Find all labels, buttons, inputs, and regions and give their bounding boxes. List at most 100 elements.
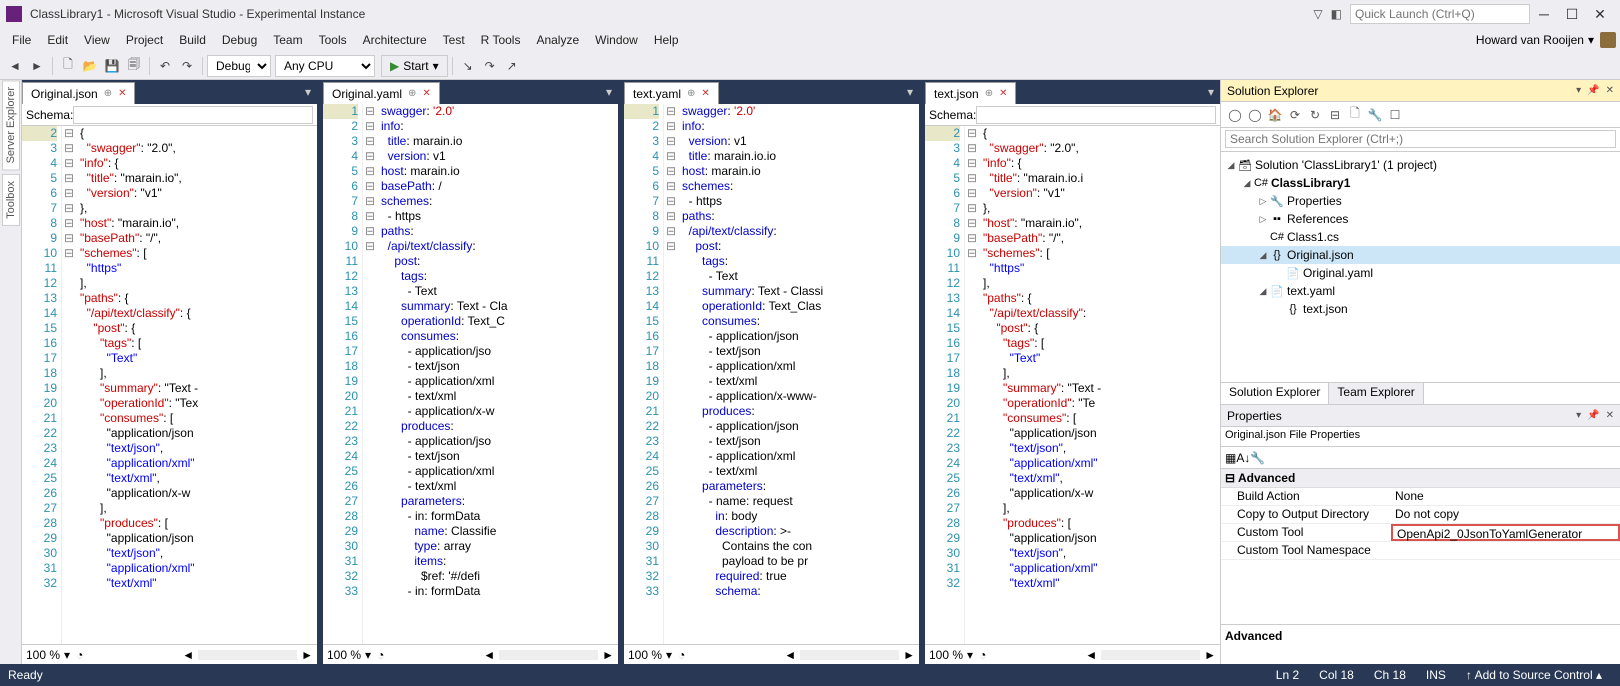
save-all-icon[interactable]: 🗐	[123, 55, 145, 77]
quick-launch-input[interactable]	[1350, 4, 1530, 24]
property-row[interactable]: Copy to Output DirectoryDo not copy	[1221, 506, 1620, 524]
close-tab-icon[interactable]: ✕	[118, 88, 126, 99]
home-icon[interactable]: 🏠	[1265, 108, 1285, 122]
zoom-level[interactable]: 100 %	[327, 648, 361, 662]
expand-icon[interactable]: ◢	[1257, 286, 1269, 297]
properties-icon[interactable]: 🔧	[1365, 108, 1385, 122]
property-row[interactable]: Custom Tool Namespace	[1221, 542, 1620, 560]
expand-icon[interactable]: ◢	[1257, 250, 1269, 261]
window-position-icon[interactable]: ▾	[1576, 85, 1581, 96]
zoom-level[interactable]: 100 %	[26, 648, 60, 662]
tree-node[interactable]: ◢🗃Solution 'ClassLibrary1' (1 project)	[1221, 156, 1620, 174]
menu-view[interactable]: View	[76, 31, 118, 49]
close-tab-icon[interactable]: ✕	[999, 88, 1007, 99]
tab-overflow-icon[interactable]: ▾	[600, 85, 618, 99]
menu-debug[interactable]: Debug	[214, 31, 265, 49]
close-tab-icon[interactable]: ✕	[422, 88, 430, 99]
tab-overflow-icon[interactable]: ▾	[901, 85, 919, 99]
solution-explorer-search[interactable]	[1225, 130, 1616, 148]
tree-node[interactable]: ◢{}Original.json	[1221, 246, 1620, 264]
signed-in-user[interactable]: Howard van Rooijen	[1476, 33, 1584, 47]
menu-team[interactable]: Team	[265, 31, 310, 49]
close-tab-icon[interactable]: ✕	[701, 88, 709, 99]
fwd-icon[interactable]: ◯	[1245, 108, 1265, 122]
redo-icon[interactable]: ↷	[176, 55, 198, 77]
tab-overflow-icon[interactable]: ▾	[1202, 85, 1220, 99]
property-row[interactable]: Custom ToolOpenApi2_0JsonToYamlGenerator	[1221, 524, 1620, 542]
nav-back-icon[interactable]: ◄	[4, 55, 26, 77]
solution-config-select[interactable]: Debug	[207, 55, 271, 77]
expand-icon[interactable]: ▷	[1257, 214, 1269, 225]
menu-help[interactable]: Help	[646, 31, 687, 49]
new-project-icon[interactable]: 🗋	[57, 55, 79, 77]
pin-icon[interactable]: ⊕	[687, 88, 695, 99]
open-file-icon[interactable]: 📂	[79, 55, 101, 77]
code-editor[interactable]: 2345678910111213141516171819202122232425…	[925, 126, 1220, 644]
editor-tab[interactable]: Original.yaml⊕✕	[323, 82, 440, 104]
schema-select[interactable]	[73, 106, 313, 124]
menu-tools[interactable]: Tools	[311, 31, 355, 49]
property-value[interactable]: OpenApi2_0JsonToYamlGenerator	[1391, 524, 1620, 541]
close-button[interactable]: ✕	[1586, 6, 1614, 23]
tree-node[interactable]: ▷🔧Properties	[1221, 192, 1620, 210]
toolbox-tab[interactable]: Toolbox	[2, 174, 20, 226]
maximize-button[interactable]: ☐	[1558, 6, 1586, 23]
show-all-icon[interactable]: 🗋	[1345, 104, 1365, 125]
notifications-icon[interactable]: ▽	[1313, 7, 1322, 21]
add-to-source-control[interactable]: ↑ Add to Source Control ▴	[1466, 668, 1602, 682]
preview-icon[interactable]: ☐	[1385, 108, 1405, 122]
tree-node[interactable]: {}text.json	[1221, 300, 1620, 318]
property-pages-icon[interactable]: 🔧	[1250, 451, 1265, 465]
property-value[interactable]	[1391, 542, 1620, 559]
save-icon[interactable]: 💾	[101, 55, 123, 77]
property-value[interactable]: Do not copy	[1391, 506, 1620, 523]
close-pane-icon[interactable]: ✕	[1606, 410, 1614, 421]
pin-icon[interactable]: ⊕	[985, 88, 993, 99]
menu-architecture[interactable]: Architecture	[355, 31, 435, 49]
auto-hide-icon[interactable]: 📌	[1587, 410, 1599, 421]
editor-tab[interactable]: text.json⊕✕	[925, 82, 1016, 104]
auto-hide-icon[interactable]: 📌	[1587, 85, 1599, 96]
code-editor[interactable]: 1234567891011121314151617181920212223242…	[323, 104, 618, 644]
code-editor[interactable]: 2345678910111213141516171819202122232425…	[22, 126, 317, 644]
sync-icon[interactable]: ⟳	[1285, 108, 1305, 122]
window-position-icon[interactable]: ▾	[1576, 410, 1581, 421]
solution-tree[interactable]: ◢🗃Solution 'ClassLibrary1' (1 project)◢C…	[1221, 152, 1620, 382]
back-icon[interactable]: ◯	[1225, 108, 1245, 122]
solution-explorer-tab[interactable]: Solution Explorer	[1221, 383, 1329, 404]
zoom-level[interactable]: 100 %	[628, 648, 662, 662]
pin-icon[interactable]: ⊕	[104, 88, 112, 99]
tab-overflow-icon[interactable]: ▾	[299, 85, 317, 99]
menu-edit[interactable]: Edit	[39, 31, 76, 49]
nav-fwd-icon[interactable]: ►	[26, 55, 48, 77]
menu-window[interactable]: Window	[587, 31, 646, 49]
step-over-icon[interactable]: ↷	[479, 55, 501, 77]
expand-icon[interactable]: ▷	[1257, 196, 1269, 207]
tree-node[interactable]: 📄Original.yaml	[1221, 264, 1620, 282]
step-into-icon[interactable]: ↘	[457, 55, 479, 77]
server-explorer-tab[interactable]: Server Explorer	[2, 80, 20, 170]
feedback-icon[interactable]: ◧	[1331, 7, 1342, 21]
categorized-icon[interactable]: ▦	[1225, 451, 1236, 465]
team-explorer-tab[interactable]: Team Explorer	[1329, 383, 1423, 404]
step-out-icon[interactable]: ↗	[501, 55, 523, 77]
property-category[interactable]: ⊟ Advanced	[1221, 469, 1620, 488]
tree-node[interactable]: ▷▪▪References	[1221, 210, 1620, 228]
zoom-level[interactable]: 100 %	[929, 648, 963, 662]
minimize-button[interactable]: ─	[1530, 6, 1558, 22]
refresh-icon[interactable]: ↻	[1305, 108, 1325, 122]
tree-node[interactable]: ◢C#ClassLibrary1	[1221, 174, 1620, 192]
expand-icon[interactable]: ◢	[1241, 178, 1253, 189]
menu-analyze[interactable]: Analyze	[528, 31, 587, 49]
menu-build[interactable]: Build	[171, 31, 214, 49]
menu-r-tools[interactable]: R Tools	[473, 31, 529, 49]
pin-icon[interactable]: ⊕	[408, 88, 416, 99]
user-avatar-icon[interactable]	[1600, 32, 1616, 48]
tree-node[interactable]: C#Class1.cs	[1221, 228, 1620, 246]
tree-node[interactable]: ◢📄text.yaml	[1221, 282, 1620, 300]
alphabetical-icon[interactable]: A↓	[1236, 451, 1250, 465]
schema-select[interactable]	[976, 106, 1216, 124]
start-debug-button[interactable]: ▶ Start▾	[381, 55, 448, 77]
undo-icon[interactable]: ↶	[154, 55, 176, 77]
code-editor[interactable]: 1234567891011121314151617181920212223242…	[624, 104, 919, 644]
